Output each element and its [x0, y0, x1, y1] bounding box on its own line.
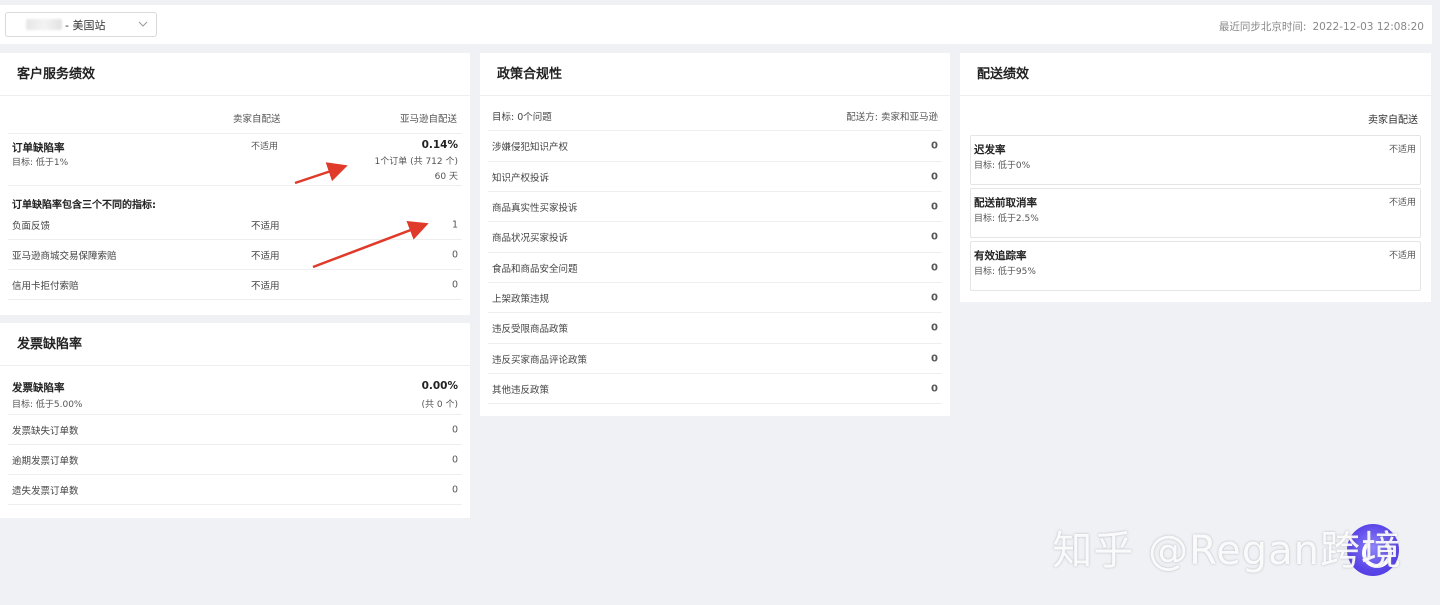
sync-time: 最近同步北京时间: 2022-12-03 12:08:20 — [1213, 19, 1424, 34]
metric-amazon: 0 — [451, 249, 458, 260]
card-goal: 目标: 低于2.5% — [974, 214, 1039, 224]
row-label: 逾期发票订单数 — [12, 455, 79, 467]
policy-value: 0 — [931, 171, 938, 182]
table-row[interactable]: 其他违反政策 0 — [488, 374, 942, 404]
table-row[interactable]: 食品和商品安全问题 0 — [488, 253, 942, 283]
metric-amazon: 1 — [451, 219, 458, 230]
policy-label: 商品状况买家投诉 — [492, 233, 569, 244]
invoice-goal: 目标: 低于5.00% — [12, 400, 83, 410]
store-selector[interactable]: - 美国站 — [5, 12, 157, 37]
sync-label: 最近同步北京时间: — [1218, 21, 1307, 33]
panel-title: 客户服务绩效 — [0, 53, 470, 96]
panel-title: 政策合规性 — [480, 53, 950, 96]
policy-label: 上架政策违规 — [492, 293, 550, 305]
policy-value: 0 — [931, 353, 938, 364]
invoice-count: (共 0 个) — [421, 400, 458, 410]
card-value: 不适用 — [1388, 198, 1416, 208]
odr-value: 0.14% — [421, 139, 458, 151]
odr-orders: 1个订单 (共 712 个) — [374, 157, 458, 167]
watermark-text: 知乎 @Regan跨境 — [1052, 528, 1402, 574]
card-goal: 目标: 低于95% — [974, 267, 1036, 277]
card-name: 有效追踪率 — [974, 250, 1027, 262]
customer-service-panel: 客户服务绩效 卖家自配送 亚马逊自配送 订单缺陷率 目标: 低于1% 不适用 0… — [0, 53, 470, 315]
table-row: 亚马逊商城交易保障索赔 不适用 0 — [8, 240, 462, 270]
table-row: 遗失发票订单数 0 — [8, 475, 462, 505]
metric-seller: 不适用 — [251, 250, 280, 262]
metric-label: 亚马逊商城交易保障索赔 — [12, 250, 117, 262]
odr-sub-heading: 订单缺陷率包含三个不同的指标: — [12, 200, 156, 211]
top-bar: - 美国站 最近同步北京时间: 2022-12-03 12:08:20 — [0, 5, 1432, 44]
row-value: 0 — [451, 424, 458, 435]
metric-seller: 不适用 — [251, 220, 280, 232]
card-value: 不适用 — [1388, 251, 1416, 261]
column-header-amazon: 亚马逊自配送 — [399, 114, 457, 125]
policy-label: 其他违反政策 — [492, 384, 550, 396]
policy-value: 0 — [931, 140, 938, 152]
metric-amazon: 0 — [451, 279, 458, 290]
store-name-redacted — [26, 19, 62, 30]
odr-label: 订单缺陷率 — [12, 142, 65, 154]
store-selector-label: - 美国站 — [65, 18, 106, 32]
odr-days: 60 天 — [434, 172, 458, 182]
table-row[interactable]: 上架政策违规 0 — [488, 283, 942, 313]
row-value: 0 — [451, 484, 458, 495]
delivery-card-late-shipment[interactable]: 迟发率 目标: 低于0% 不适用 — [970, 135, 1421, 185]
chevron-down-icon — [138, 21, 148, 27]
panel-title: 配送绩效 — [960, 53, 1431, 96]
card-name: 配送前取消率 — [974, 197, 1037, 209]
policy-value: 0 — [931, 292, 938, 303]
odr-goal: 目标: 低于1% — [12, 158, 69, 168]
invoice-summary-row[interactable]: 发票缺陷率 目标: 低于5.00% 0.00% (共 0 个) — [8, 375, 462, 415]
policy-label: 违反买家商品评论政策 — [492, 354, 588, 366]
column-header-seller: 卖家自配送 — [1368, 115, 1418, 126]
order-defect-rate-block[interactable]: 订单缺陷率 目标: 低于1% 不适用 0.14% 1个订单 (共 712 个) … — [8, 133, 462, 186]
invoice-value: 0.00% — [421, 380, 458, 392]
policy-label: 涉嫌侵犯知识产权 — [492, 142, 569, 153]
card-value: 不适用 — [1388, 145, 1416, 155]
delivery-card-cancel-rate[interactable]: 配送前取消率 目标: 低于2.5% 不适用 — [970, 188, 1421, 238]
row-value: 0 — [451, 454, 458, 465]
policy-goal: 目标: 0个问题 — [492, 111, 552, 123]
table-row[interactable]: 知识产权投诉 0 — [488, 162, 942, 192]
column-header-seller: 卖家自配送 — [233, 114, 281, 125]
policy-value: 0 — [931, 383, 938, 394]
invoice-label: 发票缺陷率 — [12, 382, 65, 394]
row-label: 遗失发票订单数 — [12, 485, 79, 497]
policy-label: 商品真实性买家投诉 — [492, 202, 578, 214]
table-row: 负面反馈 不适用 1 — [8, 210, 462, 240]
invoice-defect-panel: 发票缺陷率 发票缺陷率 目标: 低于5.00% 0.00% (共 0 个) 发票… — [0, 323, 470, 518]
table-row: 逾期发票订单数 0 — [8, 445, 462, 475]
metric-seller: 不适用 — [251, 280, 280, 292]
policy-label: 知识产权投诉 — [492, 172, 550, 184]
policy-header-row: 目标: 0个问题 配送方: 卖家和亚马逊 — [488, 101, 942, 131]
policy-shipper: 配送方: 卖家和亚马逊 — [846, 111, 938, 123]
policy-value: 0 — [931, 262, 938, 273]
policy-value: 0 — [931, 231, 938, 243]
policy-label: 食品和商品安全问题 — [492, 263, 578, 275]
metric-label: 信用卡拒付索赔 — [12, 280, 79, 292]
panel-title: 发票缺陷率 — [0, 323, 470, 366]
table-row: 信用卡拒付索赔 不适用 0 — [8, 270, 462, 300]
table-row[interactable]: 涉嫌侵犯知识产权 0 — [488, 131, 942, 162]
card-goal: 目标: 低于0% — [974, 161, 1031, 171]
delivery-card-tracking-rate[interactable]: 有效追踪率 目标: 低于95% 不适用 — [970, 241, 1421, 291]
sync-timestamp: 2022-12-03 12:08:20 — [1312, 21, 1424, 33]
table-row: 发票缺失订单数 0 — [8, 415, 462, 445]
odr-seller-value: 不适用 — [251, 142, 279, 152]
table-row[interactable]: 商品真实性买家投诉 0 — [488, 192, 942, 222]
policy-label: 违反受限商品政策 — [492, 324, 569, 335]
policy-value: 0 — [931, 322, 938, 334]
table-row[interactable]: 商品状况买家投诉 0 — [488, 222, 942, 253]
policy-compliance-panel: 政策合规性 目标: 0个问题 配送方: 卖家和亚马逊 涉嫌侵犯知识产权 0 知识产… — [480, 53, 950, 416]
metric-label: 负面反馈 — [12, 220, 51, 232]
delivery-performance-panel: 配送绩效 卖家自配送 迟发率 目标: 低于0% 不适用 配送前取消率 目标: 低… — [960, 53, 1431, 302]
table-row[interactable]: 违反买家商品评论政策 0 — [488, 344, 942, 374]
table-row[interactable]: 违反受限商品政策 0 — [488, 313, 942, 344]
policy-value: 0 — [931, 201, 938, 212]
row-label: 发票缺失订单数 — [12, 425, 79, 437]
card-name: 迟发率 — [974, 144, 1006, 156]
